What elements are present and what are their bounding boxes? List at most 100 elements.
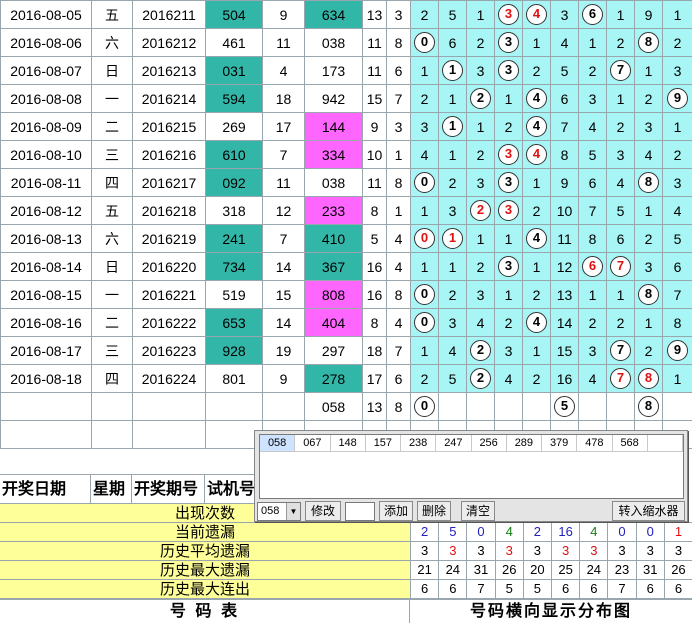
- summary-value: 26: [663, 561, 692, 579]
- draw-number: 942: [304, 84, 363, 113]
- list-item[interactable]: 058: [260, 435, 296, 452]
- list-item[interactable]: 379: [542, 435, 578, 452]
- summary-value: 0: [466, 523, 494, 541]
- test-number: 241: [205, 224, 263, 253]
- header-week: 星期: [91, 475, 132, 503]
- dist-cell-1: 5: [438, 0, 467, 29]
- edit-button[interactable]: 修改: [305, 501, 341, 521]
- kd-value: 3: [386, 0, 411, 29]
- summary-values: 3333333333: [410, 542, 692, 560]
- combo-value: 058: [261, 505, 280, 517]
- shrink-button[interactable]: 转入缩水器: [612, 501, 685, 521]
- dist-cell-2: 2: [466, 28, 495, 57]
- ball-marker: 4: [526, 144, 547, 165]
- list-item[interactable]: [647, 435, 683, 452]
- add-button[interactable]: 添加: [379, 501, 413, 521]
- list-item[interactable]: 247: [436, 435, 472, 452]
- draw-number: 297: [304, 336, 363, 365]
- summary-value: 24: [579, 561, 607, 579]
- weekday: 一: [91, 84, 133, 113]
- list-item[interactable]: 067: [295, 435, 331, 452]
- summary-value: 4: [494, 523, 523, 541]
- empty-cell: [91, 392, 133, 421]
- dist-cell-7: 2: [606, 28, 635, 57]
- test-number: 928: [205, 336, 263, 365]
- draw-number: 173: [304, 56, 363, 85]
- dist-cell-8: 2: [634, 84, 663, 113]
- summary-value: 6: [663, 580, 692, 598]
- dist-cell-6: 8: [578, 224, 607, 253]
- summary-value: 2: [522, 523, 551, 541]
- list-item[interactable]: 478: [577, 435, 613, 452]
- dist-cell-2: 2: [466, 140, 495, 169]
- draw-number: 038: [304, 28, 363, 57]
- dist-cell-5: 11: [550, 224, 579, 253]
- dist-cell-6: 2: [578, 308, 607, 337]
- dist-cell-4: 4: [522, 0, 551, 29]
- sum-value: 16: [362, 252, 387, 281]
- trial-sum: 13: [362, 392, 387, 421]
- sum-value: 8: [362, 308, 387, 337]
- dist-cell-5: 16: [550, 364, 579, 393]
- dist-cell-7: 7: [606, 336, 635, 365]
- draw-date: 2016-08-17: [0, 336, 92, 365]
- table-row: 2016-08-11 四 2016217 092 11 038 11 8 0 2 3 3 1 9 6 4 8 3: [0, 168, 692, 197]
- dist-cell-0: 0: [410, 280, 439, 309]
- dist-cell-5: 15: [550, 336, 579, 365]
- list-item[interactable]: 568: [612, 435, 648, 452]
- dist-cell-8: 8: [634, 28, 663, 57]
- list-item[interactable]: 256: [471, 435, 507, 452]
- dist-cell-1: 5: [438, 364, 467, 393]
- ball-marker: 8: [638, 396, 659, 417]
- dist-cell-8: 4: [634, 140, 663, 169]
- draw-date: 2016-08-05: [0, 0, 92, 29]
- dist-cell-2: 1: [466, 112, 495, 141]
- list-item[interactable]: 157: [365, 435, 401, 452]
- ball-marker: 4: [526, 312, 547, 333]
- delete-button[interactable]: 删除: [417, 501, 451, 521]
- dist-cell-4: 4: [522, 84, 551, 113]
- number-list[interactable]: 058 067 148 157 238 247 256 289 379 478 568: [259, 434, 684, 499]
- chevron-down-icon[interactable]: ▼: [286, 503, 300, 520]
- dist-cell-2: 2: [466, 84, 495, 113]
- dist-cell-2: 4: [466, 308, 495, 337]
- list-item[interactable]: 289: [506, 435, 542, 452]
- dist-cell-4: 2: [522, 364, 551, 393]
- dist-cell-3: [494, 392, 523, 421]
- ball-marker: 0: [414, 32, 435, 53]
- table-row: 2016-08-13 六 2016219 241 7 410 5 4 0 1 1 1 4 11 8 6 2 5: [0, 224, 692, 253]
- list-item[interactable]: 238: [401, 435, 437, 452]
- dist-cell-6: 6: [578, 252, 607, 281]
- empty-cell: [205, 392, 263, 421]
- list-item[interactable]: 148: [330, 435, 366, 452]
- clear-button[interactable]: 清空: [461, 501, 495, 521]
- table-row: 2016-08-15 一 2016221 519 15 808 16 8 0 2 3 1 2 13 1 1 8 7: [0, 280, 692, 309]
- dist-cell-3: 1: [494, 84, 523, 113]
- issue-number: 2016218: [132, 196, 206, 225]
- dist-cell-9: 5: [662, 224, 692, 253]
- summary-row: 历史最大遗漏 21 24 31 26 20 25 24 23 31 26: [0, 561, 692, 580]
- dist-cell-9: 8: [662, 308, 692, 337]
- kd-value: 1: [386, 196, 411, 225]
- ball-marker: 1: [442, 60, 463, 81]
- dist-cell-4: 1: [522, 252, 551, 281]
- dist-cell-5: 9: [550, 168, 579, 197]
- draw-date: 2016-08-11: [0, 168, 92, 197]
- number-combo[interactable]: 058 ▼: [257, 502, 301, 521]
- dist-cell-8: 1: [634, 308, 663, 337]
- number-input[interactable]: [345, 502, 375, 521]
- table-row: 2016-08-08 一 2016214 594 18 942 15 7 2 1 2 1 4 6 3 1 2 9: [0, 84, 692, 113]
- dist-cell-1: 2: [438, 280, 467, 309]
- summary-value: 0: [607, 523, 635, 541]
- test-number: 318: [205, 196, 263, 225]
- span-value: 7: [262, 224, 305, 253]
- header-test: 试机号: [205, 475, 260, 503]
- sum-value: 16: [362, 280, 387, 309]
- ball-marker: 6: [582, 4, 603, 25]
- dist-cell-6: 1: [578, 28, 607, 57]
- dist-cell-8: 2: [634, 336, 663, 365]
- dist-cell-1: 3: [438, 308, 467, 337]
- ball-marker: 3: [498, 144, 519, 165]
- issue-number: 2016217: [132, 168, 206, 197]
- ball-marker: 3: [498, 172, 519, 193]
